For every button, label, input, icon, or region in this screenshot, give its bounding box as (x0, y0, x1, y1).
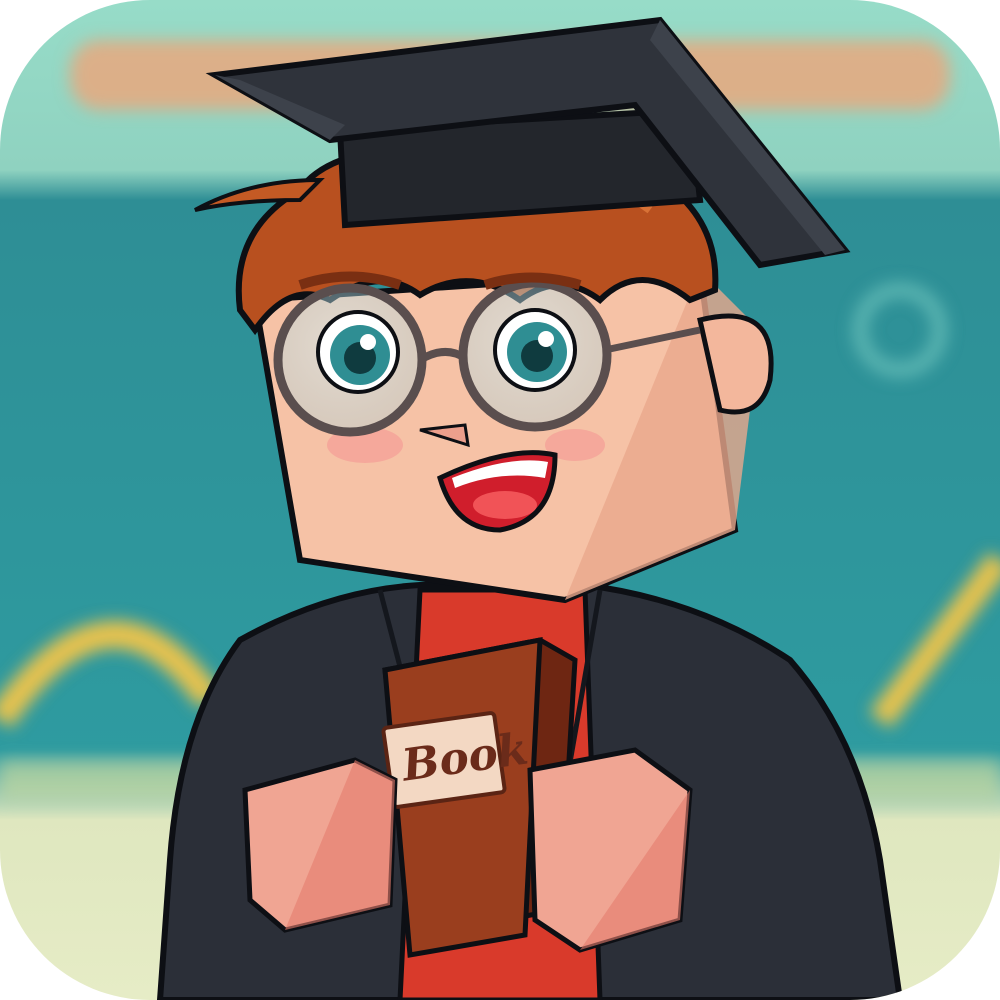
app-icon: Book (0, 0, 1000, 1000)
graduate-illustration: Book (0, 0, 1000, 1000)
